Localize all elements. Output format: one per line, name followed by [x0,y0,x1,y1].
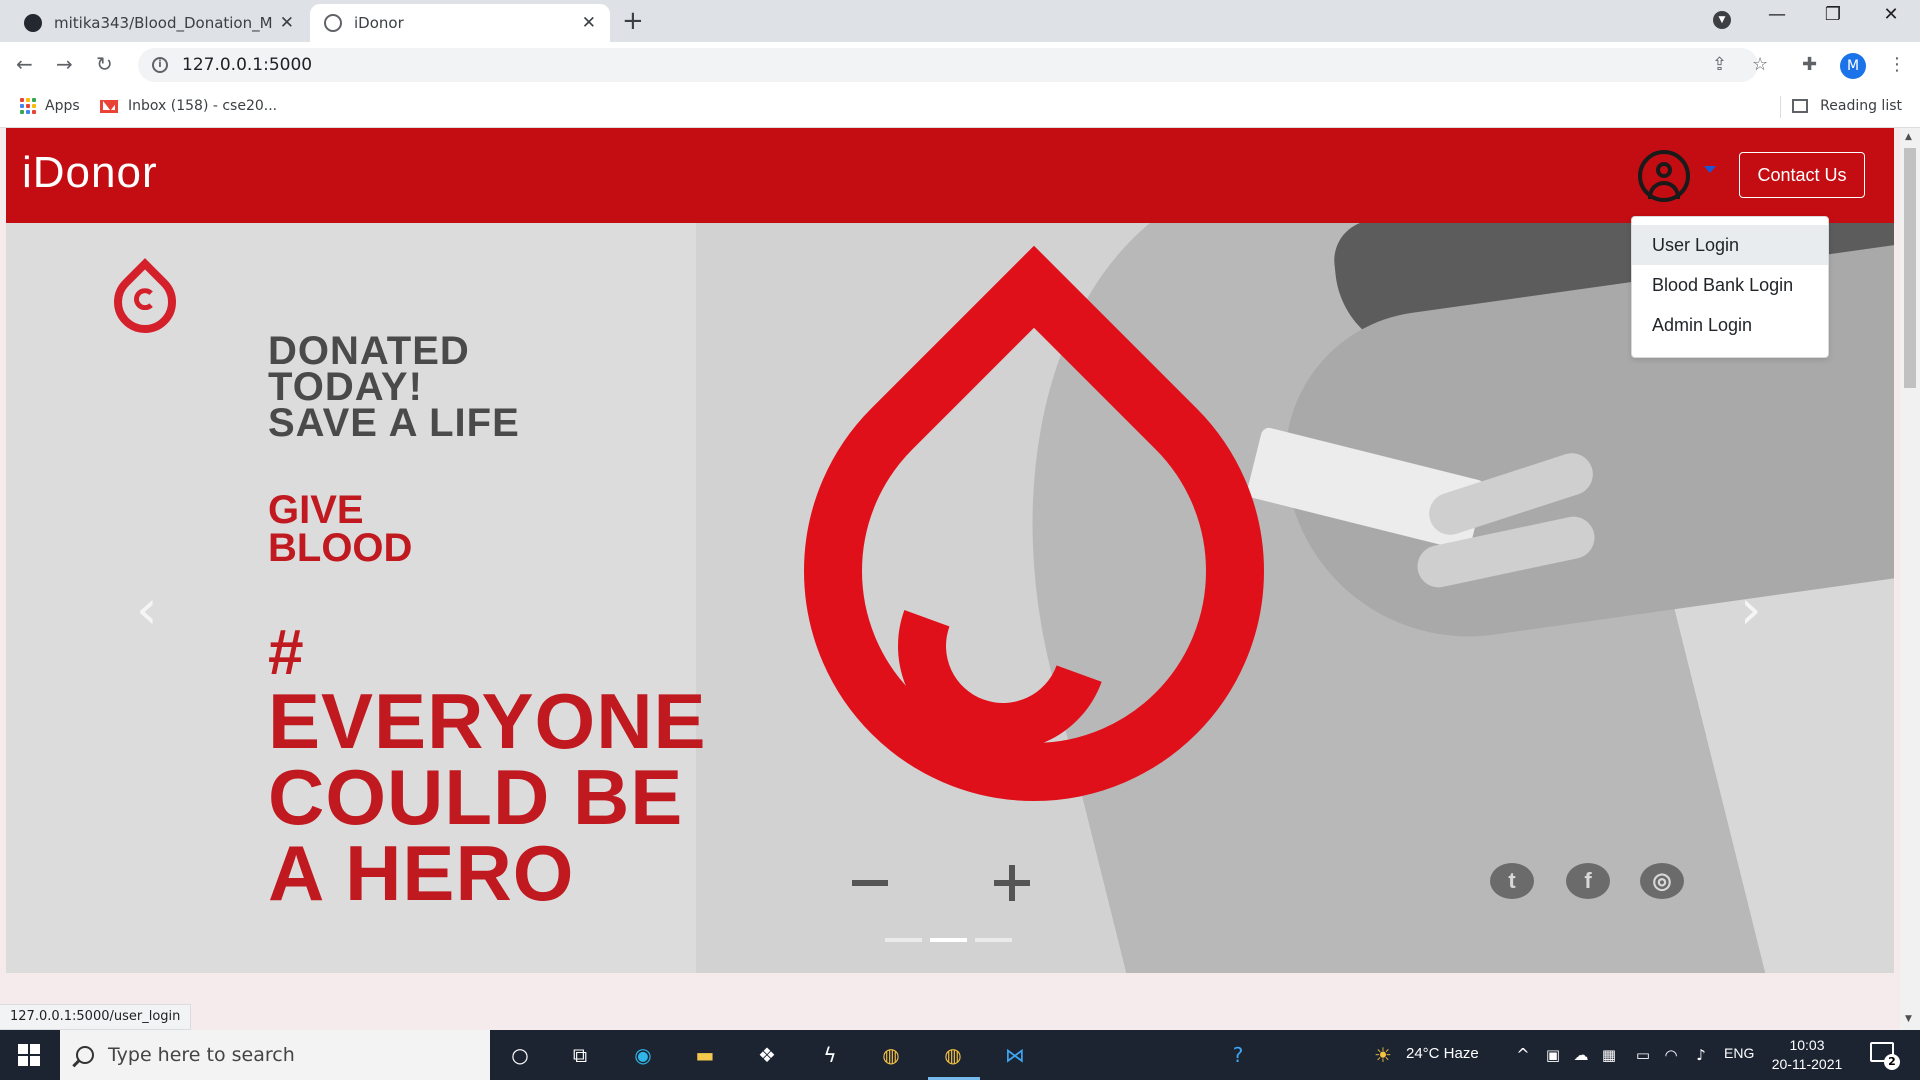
search-placeholder: Type here to search [108,1044,295,1066]
bookmarks-bar: Apps Inbox (158) - cse20... Reading list [0,88,1920,128]
minus-icon [852,880,888,886]
bookmark-label: Inbox (158) - cse20... [128,98,278,114]
login-dropdown-menu: User Login Blood Bank Login Admin Login [1631,216,1829,358]
clock[interactable]: 10:03 20-11-2021 [1762,1036,1852,1074]
reload-icon[interactable]: ↻ [96,52,113,76]
address-toolbar: ← → ↻ i 127.0.0.1:5000 ⇪ ☆ ✚ M ⋮ [0,42,1920,88]
site-navbar: iDonor Contact Us [6,128,1894,223]
page-scrollbar[interactable]: ▲ ▼ [1900,128,1920,1030]
windows-taskbar: Type here to search ○ ⧉ ◉ ▬ ❖ ϟ ◍ ◍ ⋈ ? … [0,1030,1920,1080]
dropbox-icon[interactable]: ❖ [752,1040,782,1070]
url-text: 127.0.0.1:5000 [182,55,313,75]
file-explorer-icon[interactable]: ▬ [690,1040,720,1070]
search-icon [76,1046,94,1064]
reading-list-button[interactable]: Reading list [1792,98,1902,114]
carousel-prev-button[interactable]: ‹ [136,578,158,641]
language-indicator[interactable]: ENG [1724,1045,1754,1061]
github-icon [24,14,42,32]
bookmark-apps[interactable]: Apps [20,98,80,114]
slide-give-blood: GIVE BLOOD [268,488,413,570]
twitter-icon: t [1490,863,1534,899]
gmail-icon [100,99,118,113]
tab-title: iDonor [354,14,404,32]
share-icon[interactable]: ⇪ [1712,54,1727,75]
carousel-indicator[interactable] [975,938,1012,942]
dropdown-caret-icon[interactable] [1704,166,1716,173]
carousel-indicator-active[interactable] [930,938,967,942]
menu-kebab-icon[interactable]: ⋮ [1888,54,1906,75]
notification-badge: 2 [1884,1054,1900,1070]
close-tab-icon[interactable]: ✕ [582,13,596,33]
forward-arrow-icon[interactable]: → [56,52,73,76]
browser-tab-github[interactable]: mitika343/Blood_Donation_Mana ✕ [10,4,308,42]
browser-tab-idonor[interactable]: iDonor ✕ [310,4,610,42]
cortana-icon[interactable]: ○ [505,1040,535,1070]
volume-icon[interactable]: ♪ [1686,1040,1716,1070]
profile-avatar[interactable]: M [1840,53,1866,79]
instagram-icon: ◎ [1640,863,1684,899]
meet-now-icon[interactable]: ▣ [1538,1040,1568,1070]
brand-logo[interactable]: iDonor [22,148,158,198]
edge-icon[interactable]: ◉ [628,1040,658,1070]
bookmark-gmail[interactable]: Inbox (158) - cse20... [100,98,277,114]
bookmark-star-icon[interactable]: ☆ [1752,54,1768,75]
notification-center-icon[interactable]: 2 [1870,1042,1900,1070]
vscode-icon[interactable]: ⋈ [1000,1040,1030,1070]
app-icon[interactable]: ϟ [815,1040,845,1070]
tab-search-icon[interactable]: ▼ [1713,11,1731,29]
restore-icon[interactable]: ❐ [1808,4,1858,25]
browser-tab-strip: mitika343/Blood_Donation_Mana ✕ iDonor ✕… [0,0,1920,42]
battery-icon[interactable]: ▭ [1628,1040,1658,1070]
minimize-icon[interactable]: — [1752,4,1802,25]
carousel-next-button[interactable]: › [1740,578,1762,641]
facebook-icon: f [1566,863,1610,899]
scrollbar-thumb[interactable] [1904,148,1916,388]
bookmarks-divider [1780,96,1781,118]
carousel-indicators [885,938,1012,942]
hero-carousel: DONATED TODAY! SAVE A LIFE GIVE BLOOD # … [6,223,1894,973]
close-tab-icon[interactable]: ✕ [280,13,294,33]
reading-list-icon [1792,99,1809,113]
wifi-icon[interactable]: ◠ [1656,1040,1686,1070]
network-icon[interactable]: ▦ [1594,1040,1624,1070]
weather-icon: ☀ [1374,1043,1392,1067]
globe-icon [324,14,342,32]
user-account-icon[interactable] [1638,150,1690,202]
help-icon[interactable]: ? [1223,1040,1253,1070]
weather-text[interactable]: 24°C Haze [1406,1045,1479,1062]
apps-grid-icon [20,98,36,114]
status-bar-link: 127.0.0.1:5000/user_login [0,1004,192,1030]
site-info-icon[interactable]: i [152,57,168,73]
menu-item-blood-bank-login[interactable]: Blood Bank Login [1632,265,1828,305]
chrome-icon[interactable]: ◍ [876,1040,906,1070]
menu-item-user-login[interactable]: User Login [1632,225,1828,265]
reading-list-label: Reading list [1820,98,1902,114]
scroll-up-icon[interactable]: ▲ [1905,132,1912,142]
windows-start-icon[interactable] [18,1044,40,1066]
extensions-icon[interactable]: ✚ [1802,54,1817,75]
page-viewport: iDonor Contact Us DONATED TODAY! SAVE A … [0,128,1900,1030]
carousel-indicator[interactable] [885,938,922,942]
bookmark-label: Apps [45,98,80,114]
chevron-up-icon[interactable]: ^ [1508,1040,1538,1070]
task-view-icon[interactable]: ⧉ [565,1040,595,1070]
close-window-icon[interactable]: ✕ [1866,4,1916,25]
tab-title: mitika343/Blood_Donation_Mana [54,14,272,32]
chrome-profile-icon[interactable]: ◍ [938,1040,968,1070]
slide-hero-text: # EVERYONE COULD BE A HERO [268,616,707,917]
new-tab-button[interactable]: + [622,6,644,36]
slide-headline: DONATED TODAY! SAVE A LIFE [268,329,520,445]
menu-item-admin-login[interactable]: Admin Login [1632,305,1828,345]
onedrive-icon[interactable]: ☁ [1566,1040,1596,1070]
taskbar-search-box[interactable]: Type here to search [60,1030,490,1080]
contact-us-button[interactable]: Contact Us [1739,152,1865,198]
scroll-down-icon[interactable]: ▼ [1905,1014,1912,1024]
address-bar[interactable]: i 127.0.0.1:5000 [138,48,1758,82]
back-arrow-icon[interactable]: ← [16,52,33,76]
